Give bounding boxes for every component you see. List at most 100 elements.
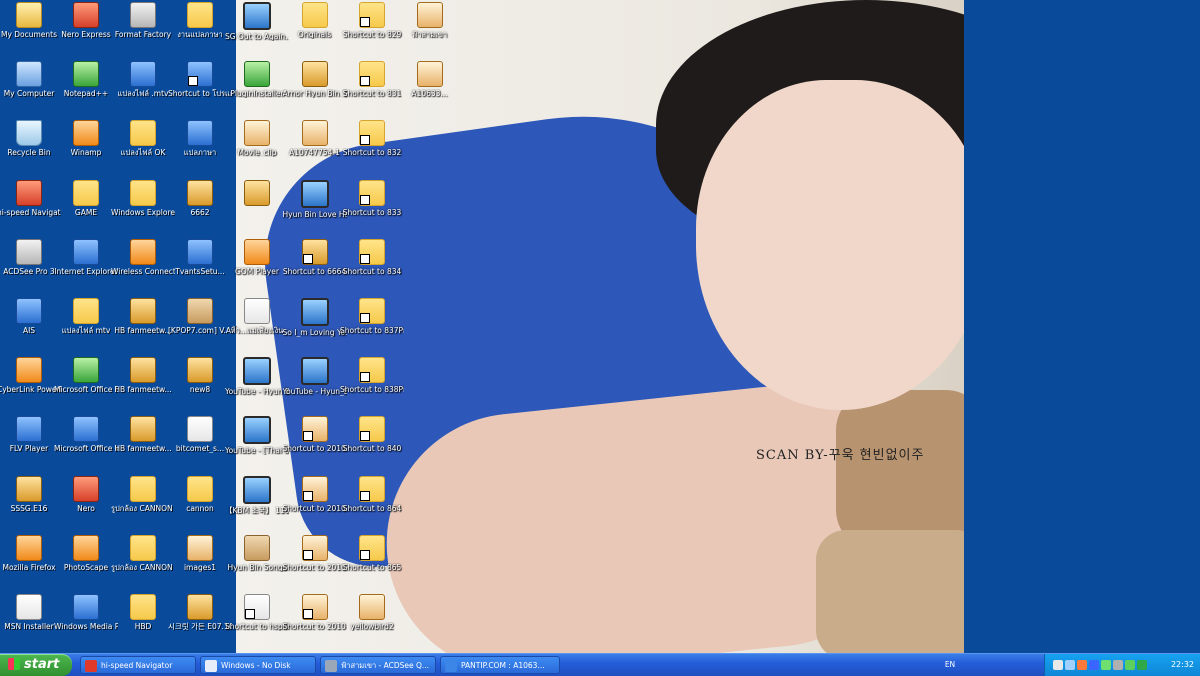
desktop-icon[interactable]: hi-speed Navigator bbox=[0, 179, 61, 238]
desktop-icon[interactable]: MSN Installer bbox=[0, 594, 58, 652]
desktop-icon-label: YouTube - [Thai Sub]... bbox=[225, 446, 289, 456]
desktop-icon[interactable]: Shortcut to 2010-925 - ... bbox=[283, 475, 347, 534]
desktop-icon[interactable]: Windows Explorer bbox=[111, 179, 175, 238]
start-button[interactable]: start bbox=[0, 654, 72, 676]
safely-remove-icon[interactable] bbox=[1113, 660, 1123, 670]
desktop-icon[interactable]: Shortcut to โปรแกรมแปล... bbox=[168, 61, 232, 119]
desktop-icon[interactable]: TvantsSetu... bbox=[171, 238, 229, 297]
desktop-icon-label: Nero bbox=[77, 503, 95, 513]
desktop-icon[interactable]: Nero bbox=[57, 475, 115, 534]
desktop-icon[interactable]: Mozilla Firefox bbox=[0, 534, 58, 593]
desktop-icon[interactable]: YouTube - [Thai Sub]... bbox=[225, 416, 289, 474]
desktop-icon[interactable]: Shortcut to hsplit bbox=[225, 594, 289, 652]
desktop-icon[interactable]: 6662 bbox=[171, 179, 229, 238]
desktop-icon[interactable]: Shortcut to 838Pressco... bbox=[340, 357, 404, 415]
desktop-icon[interactable]: รูปกล้อง CANNON 2 bbox=[111, 534, 175, 593]
desktop-icon[interactable]: Shortcut to 834 bbox=[343, 238, 401, 297]
desktop-icon[interactable]: แปลงไฟล์ OK bbox=[114, 120, 172, 178]
desktop-icon[interactable]: Recycle Bin bbox=[0, 120, 58, 178]
desktop-icon[interactable]: SG Out to Again... bbox=[225, 2, 289, 60]
desktop-icon[interactable]: PhotoScape bbox=[57, 534, 115, 593]
desktop-icon[interactable]: 시크릿 가든 E07.10120... bbox=[168, 594, 232, 652]
desktop-icon-label: Shortcut to 829 bbox=[342, 30, 402, 39]
desktop-icon-label: รูปกล้อง CANNON 1 bbox=[111, 503, 175, 513]
desktop-icon[interactable] bbox=[228, 179, 286, 238]
desktop-icon[interactable]: Originals bbox=[286, 2, 344, 60]
bluetooth-icon[interactable] bbox=[1089, 660, 1099, 670]
desktop-icon[interactable]: 【KBM 초국】 110201【... bbox=[225, 475, 289, 534]
desktop-icon[interactable]: Format Factory bbox=[114, 2, 172, 60]
taskbar-button[interactable]: hi-speed Navigator bbox=[80, 656, 196, 674]
desktop-icon[interactable]: แปลงไฟล์ .mtv bbox=[114, 61, 172, 119]
desktop-icon-label: รูปกล้อง CANNON 2 bbox=[111, 562, 175, 572]
desktop-icon[interactable]: AIS bbox=[0, 298, 58, 356]
desktop-icon[interactable]: Wireless Connecti... bbox=[111, 238, 175, 297]
desktop-icon[interactable]: YouTube - Hyun Bi... bbox=[225, 357, 289, 415]
desktop-icon[interactable]: Microsoft Office Ex... bbox=[54, 357, 118, 415]
desktop-icon[interactable]: Shortcut to 837Presscon1 bbox=[340, 298, 404, 356]
taskbar-button[interactable]: Windows - No Disk bbox=[200, 656, 316, 674]
desktop-icon[interactable]: My Computer bbox=[0, 61, 58, 119]
desktop-icon[interactable]: Shortcut to 840 bbox=[343, 416, 401, 474]
desktop-icon[interactable]: HB fanmeetw... bbox=[114, 357, 172, 415]
desktop-icon[interactable]: Shortcut to 864 bbox=[343, 475, 401, 534]
clock[interactable]: 22:32 bbox=[1171, 654, 1194, 676]
desktop-icon[interactable]: Notepad++ bbox=[57, 61, 115, 119]
desktop-icon[interactable]: Shortcut to 2010-925 - ... bbox=[283, 534, 347, 593]
desktop-icon[interactable]: YouTube - Hyun_Bin_O... bbox=[283, 357, 347, 415]
desktop-icon[interactable]: Shortcut to 6664 bbox=[283, 238, 346, 297]
desktop-icon[interactable]: GOM Player bbox=[228, 238, 286, 297]
desktop-icon[interactable]: PluginInstaller bbox=[228, 61, 286, 119]
desktop-icon[interactable]: HB fanmeetw... bbox=[114, 416, 172, 474]
security-icon[interactable] bbox=[1137, 660, 1147, 670]
desktop-icon[interactable]: new8 bbox=[171, 357, 229, 415]
desktop-icon[interactable]: Shortcut to 832 bbox=[343, 120, 401, 178]
desktop-icon[interactable]: GAME bbox=[57, 179, 115, 238]
desktop-icon[interactable]: HBD bbox=[114, 594, 172, 652]
firefox-icon bbox=[16, 534, 42, 561]
desktop-icon[interactable]: images1 bbox=[171, 534, 229, 593]
taskbar-button[interactable]: ฟ้าสามเขา - ACDSee Q... bbox=[320, 656, 436, 674]
desktop-icon[interactable]: Shortcut to 2010-925 - ... bbox=[283, 416, 347, 474]
antivirus-icon[interactable] bbox=[1077, 660, 1087, 670]
desktop-icon[interactable]: HB fanmeetw... bbox=[114, 298, 172, 356]
desktop-icon[interactable]: แปลงไฟล์ mtv bbox=[57, 298, 115, 356]
desktop-icon[interactable]: Winamp bbox=[57, 120, 115, 178]
desktop-icon[interactable]: [KPOP7.com] V.A - Secr... bbox=[168, 298, 232, 356]
desktop-icon[interactable]: So I_m Loving Yo... bbox=[283, 298, 347, 356]
desktop-icon[interactable]: ฟ้าสามเขา bbox=[401, 2, 459, 60]
desktop-icon[interactable]: Hyun Bin Songs bbox=[227, 534, 287, 593]
desktop-icon[interactable]: หิ้ว...แม่เสียงเงิน bbox=[228, 298, 286, 356]
desktop-icon[interactable]: yellowbird2 bbox=[343, 594, 401, 652]
battery-icon[interactable] bbox=[1101, 660, 1111, 670]
desktop-icon[interactable]: Movie_clip bbox=[228, 120, 286, 178]
desktop-icon[interactable]: Nero Express bbox=[57, 2, 115, 60]
desktop-icon[interactable]: ACDSee Pro 3 bbox=[0, 238, 58, 297]
desktop-icon[interactable]: Shortcut to 2010-925 - ... bbox=[283, 594, 347, 652]
desktop-icon[interactable]: Shortcut to 831 bbox=[343, 61, 401, 119]
desktop-icon[interactable]: แปลภาษา bbox=[171, 120, 229, 178]
desktop-icon[interactable]: รูปกล้อง CANNON 1 bbox=[111, 475, 175, 534]
desktop-icon[interactable]: งานแปลภาษา bbox=[171, 2, 229, 60]
desktop-icon[interactable]: Shortcut to 833 bbox=[343, 179, 401, 238]
desktop-icon[interactable]: Internet Explorer bbox=[54, 238, 118, 297]
desktop-icon[interactable]: Arnor Hyun Bin_Secret... bbox=[283, 61, 347, 119]
desktop-icon[interactable]: Windows Media Player bbox=[54, 594, 118, 652]
desktop-icon[interactable]: Hyun Bin Love Hate... bbox=[283, 179, 347, 238]
desktop-icon[interactable]: Shortcut to 865 bbox=[343, 534, 401, 593]
desktop-icon[interactable]: CyberLink PowerDVD 9 bbox=[0, 357, 61, 415]
desktop-icon[interactable]: SSSG.E16 bbox=[0, 475, 58, 534]
taskbar-button[interactable]: PANTIP.COM : A1063... bbox=[440, 656, 560, 674]
desktop-icon[interactable]: Shortcut to 829 bbox=[343, 2, 401, 60]
volume-icon[interactable] bbox=[1053, 660, 1063, 670]
desktop-icon[interactable]: FLV Player bbox=[0, 416, 58, 474]
desktop-icon[interactable]: cannon bbox=[171, 475, 229, 534]
language-indicator[interactable]: EN bbox=[935, 654, 965, 676]
desktop-icon[interactable]: My Documents bbox=[0, 2, 58, 60]
desktop-icon[interactable]: A10633... bbox=[401, 61, 459, 119]
network-icon[interactable] bbox=[1065, 660, 1075, 670]
desktop-icon[interactable]: bitcomet_s... bbox=[171, 416, 229, 474]
desktop-icon[interactable]: Microsoft Office W... bbox=[54, 416, 118, 474]
desktop-icon[interactable]: A10747754-1 bbox=[286, 120, 344, 178]
msn-icon[interactable] bbox=[1125, 660, 1135, 670]
